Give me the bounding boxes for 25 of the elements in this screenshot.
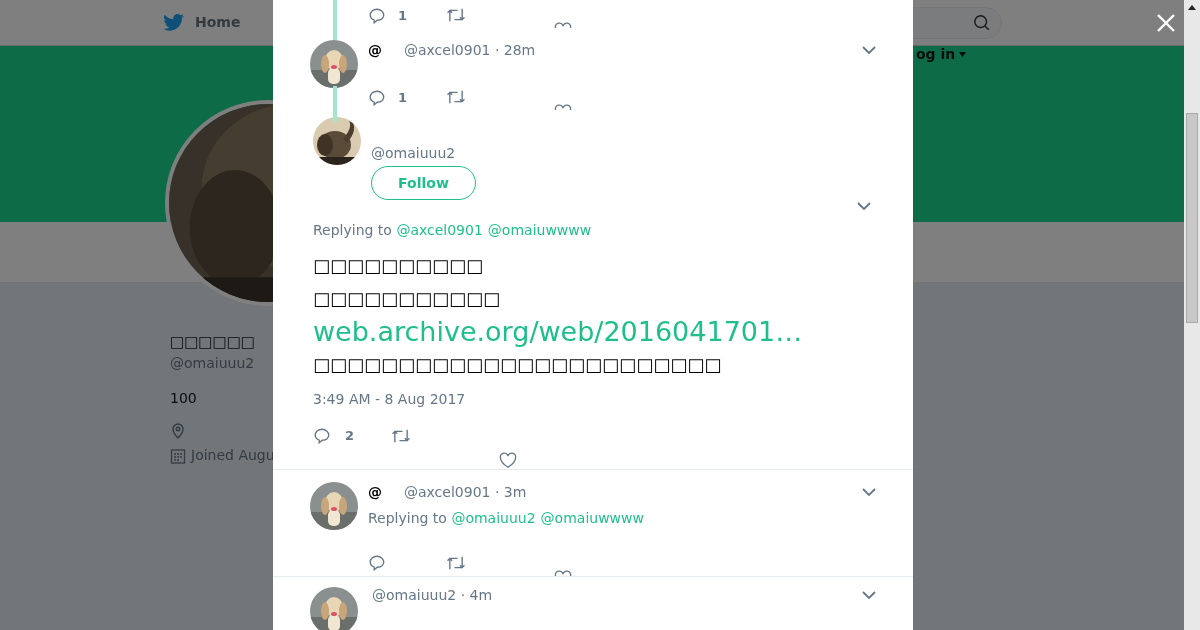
- display-name: @: [368, 41, 382, 60]
- tweet-text: □□□□□□□□□□□: [313, 287, 501, 311]
- tweet-handle: @omaiuuu2: [371, 144, 457, 163]
- profile-stat: 100: [170, 389, 197, 408]
- tweet-timestamp: 3:49 AM - 8 Aug 2017: [313, 390, 467, 409]
- tweet-handle-time: @axcel0901 · 28m: [404, 41, 536, 60]
- mention-link[interactable]: @omaiuuu2: [451, 509, 536, 526]
- tweet-handle-time: @axcel0901 · 3m: [404, 482, 527, 502]
- mention-link[interactable]: @omaiuwwww: [540, 509, 644, 526]
- reply-count: 2: [345, 427, 356, 445]
- display-name: @: [368, 482, 382, 502]
- replying-to: Replying to @axcel0901 @omaiuwwww: [313, 221, 593, 240]
- tweet-handle-time: @omaiuuu2 · 4m: [372, 586, 493, 605]
- home-link[interactable]: Home: [195, 12, 241, 33]
- tweet-text: □□□□□□□□□□□□□□□□□□□□□□□□: [313, 353, 722, 377]
- replying-to: Replying to @omaiuuu2 @omaiuwwww: [368, 508, 645, 528]
- profile-name: □□□□□□: [170, 332, 256, 353]
- login-link[interactable]: og in: [916, 44, 956, 65]
- mention-link[interactable]: @omaiuwwww: [487, 222, 592, 238]
- mention-link[interactable]: @axcel0901: [396, 222, 483, 238]
- joined-date: Joined Augu: [191, 446, 275, 465]
- profile-handle: @omaiuuu2: [170, 354, 255, 373]
- reply-count: 1: [398, 89, 408, 107]
- tweet-link[interactable]: web.archive.org/web/2016041701…: [313, 315, 803, 348]
- reply-count: 1: [398, 7, 408, 25]
